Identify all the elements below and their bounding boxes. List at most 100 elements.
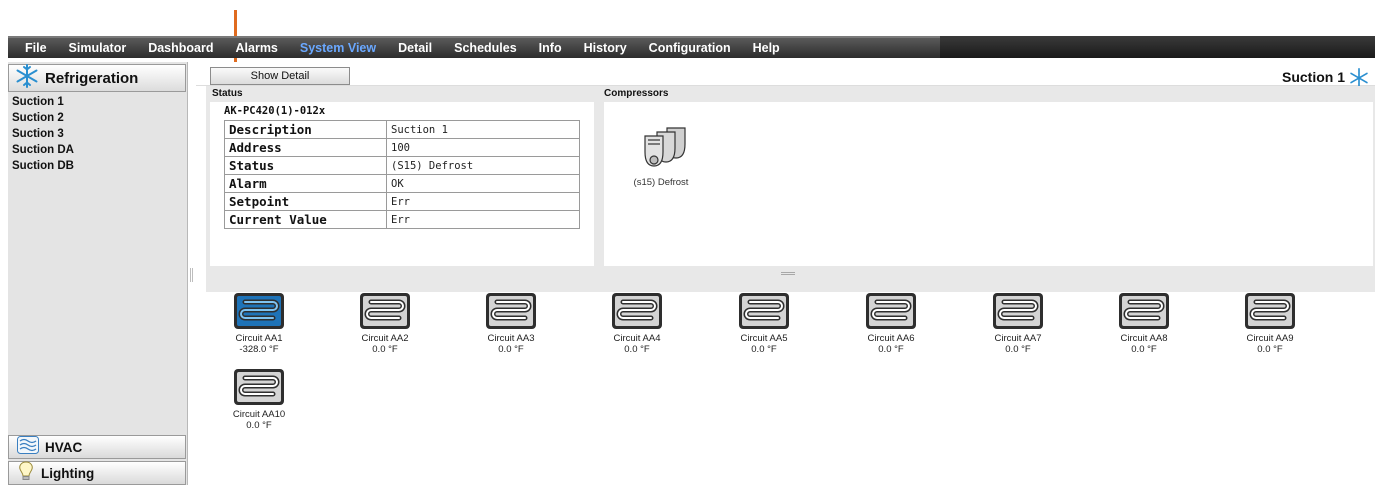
circuit-temperature: 0.0 °F bbox=[751, 344, 777, 355]
circuit-temperature: 0.0 °F bbox=[1005, 344, 1031, 355]
circuit-temperature: 0.0 °F bbox=[624, 344, 650, 355]
status-key: Alarm bbox=[224, 174, 387, 193]
status-value: Suction 1 bbox=[386, 120, 580, 139]
main-content: Show Detail Suction 1 Status Compressors… bbox=[196, 62, 1375, 485]
circuit-name: Circuit AA9 bbox=[1246, 333, 1294, 344]
menu-detail[interactable]: Detail bbox=[387, 41, 443, 55]
status-key: Status bbox=[224, 156, 387, 175]
sidebar-header-refrigeration[interactable]: Refrigeration bbox=[8, 63, 186, 93]
menu-schedules[interactable]: Schedules bbox=[443, 41, 528, 55]
circuit-tile[interactable]: Circuit AA6 0.0 °F bbox=[836, 292, 946, 355]
status-key: Address bbox=[224, 138, 387, 157]
menu-simulator[interactable]: Simulator bbox=[58, 41, 138, 55]
panel-resize-handle[interactable] bbox=[781, 272, 795, 275]
menu-history[interactable]: History bbox=[573, 41, 638, 55]
show-detail-button[interactable]: Show Detail bbox=[210, 67, 350, 85]
circuit-name: Circuit AA3 bbox=[487, 333, 535, 344]
app-window: File Simulator Dashboard Alarms System V… bbox=[0, 0, 1375, 485]
table-row: Status (S15) Defrost bbox=[224, 156, 580, 175]
status-panel: AK-PC420(1)-012x Description Suction 1 A… bbox=[210, 102, 594, 266]
page-title: Suction 1 bbox=[1281, 69, 1345, 85]
status-value: (S15) Defrost bbox=[386, 156, 580, 175]
air-waves-icon bbox=[17, 435, 39, 459]
circuit-name: Circuit AA6 bbox=[867, 333, 915, 344]
table-row: Current Value Err bbox=[224, 210, 580, 229]
sidebar-section-label: HVAC bbox=[45, 439, 83, 455]
circuit-tile[interactable]: Circuit AA4 0.0 °F bbox=[582, 292, 692, 355]
snowflake-icon bbox=[15, 63, 39, 93]
menu-info[interactable]: Info bbox=[528, 41, 573, 55]
compressor-group[interactable]: (s15) Defrost bbox=[616, 126, 706, 188]
sidebar-section-hvac[interactable]: HVAC bbox=[8, 435, 186, 459]
menu-configuration[interactable]: Configuration bbox=[638, 41, 742, 55]
circuit-temperature: 0.0 °F bbox=[1257, 344, 1283, 355]
sidebar-item-suction-1[interactable]: Suction 1 bbox=[8, 94, 186, 110]
circuit-tile[interactable]: Circuit AA10 0.0 °F bbox=[204, 368, 314, 431]
circuit-name: Circuit AA4 bbox=[613, 333, 661, 344]
circuit-name: Circuit AA10 bbox=[232, 409, 286, 420]
circuit-tile[interactable]: Circuit AA9 0.0 °F bbox=[1215, 292, 1325, 355]
status-key: Description bbox=[224, 120, 387, 139]
circuit-tile[interactable]: Circuit AA3 0.0 °F bbox=[456, 292, 566, 355]
table-row: Address 100 bbox=[224, 138, 580, 157]
compressor-status: (s15) Defrost bbox=[633, 177, 689, 188]
status-panel-label: Status bbox=[212, 88, 243, 99]
sidebar-item-suction-3[interactable]: Suction 3 bbox=[8, 126, 186, 142]
table-row: Setpoint Err bbox=[224, 192, 580, 211]
circuit-tile[interactable]: Circuit AA2 0.0 °F bbox=[330, 292, 440, 355]
sidebar-item-suction-db[interactable]: Suction DB bbox=[8, 158, 186, 174]
sidebar-list: Suction 1 Suction 2 Suction 3 Suction DA… bbox=[8, 94, 186, 174]
device-name: AK-PC420(1)-012x bbox=[224, 105, 326, 117]
detail-panels: Status Compressors AK-PC420(1)-012x Desc… bbox=[206, 86, 1375, 292]
evaporator-coil-icon bbox=[233, 368, 285, 406]
status-value: 100 bbox=[386, 138, 580, 157]
circuits-grid: Circuit AA1 -328.0 °F Circuit AA2 0.0 °F… bbox=[196, 292, 1375, 485]
circuit-name: Circuit AA2 bbox=[361, 333, 409, 344]
circuit-temperature: -328.0 °F bbox=[239, 344, 279, 355]
menu-system-view[interactable]: System View bbox=[289, 41, 387, 55]
circuit-temperature: 0.0 °F bbox=[878, 344, 904, 355]
evaporator-coil-icon bbox=[359, 292, 411, 330]
circuit-temperature: 0.0 °F bbox=[372, 344, 398, 355]
sidebar: Refrigeration Suction 1 Suction 2 Suctio… bbox=[8, 62, 188, 485]
sidebar-section-lighting[interactable]: Lighting bbox=[8, 460, 186, 485]
status-table: Description Suction 1 Address 100 Status… bbox=[224, 120, 580, 229]
status-value: Err bbox=[386, 210, 580, 229]
sidebar-item-suction-2[interactable]: Suction 2 bbox=[8, 110, 186, 126]
evaporator-coil-icon bbox=[865, 292, 917, 330]
status-key: Setpoint bbox=[224, 192, 387, 211]
menu-help[interactable]: Help bbox=[742, 41, 791, 55]
sidebar-section-label: Lighting bbox=[41, 465, 95, 481]
circuit-name: Circuit AA5 bbox=[740, 333, 788, 344]
status-value: Err bbox=[386, 192, 580, 211]
compressors-panel-label: Compressors bbox=[604, 88, 669, 99]
menu-bar-fill bbox=[940, 36, 1375, 58]
circuit-temperature: 0.0 °F bbox=[1131, 344, 1157, 355]
circuit-temperature: 0.0 °F bbox=[246, 420, 272, 431]
evaporator-coil-icon bbox=[1118, 292, 1170, 330]
content-toolbar: Show Detail Suction 1 bbox=[196, 64, 1375, 88]
circuit-tile[interactable]: Circuit AA7 0.0 °F bbox=[963, 292, 1073, 355]
sidebar-item-suction-da[interactable]: Suction DA bbox=[8, 142, 186, 158]
compressor-icon bbox=[631, 127, 691, 174]
circuit-name: Circuit AA8 bbox=[1120, 333, 1168, 344]
evaporator-coil-icon bbox=[992, 292, 1044, 330]
evaporator-coil-icon bbox=[738, 292, 790, 330]
circuit-tile[interactable]: Circuit AA8 0.0 °F bbox=[1089, 292, 1199, 355]
status-key: Current Value bbox=[224, 210, 387, 229]
compressors-panel: (s15) Defrost bbox=[604, 102, 1373, 266]
lightbulb-icon bbox=[17, 460, 35, 485]
table-row: Description Suction 1 bbox=[224, 120, 580, 139]
splitter-handle[interactable] bbox=[190, 268, 193, 282]
circuit-tile[interactable]: Circuit AA5 0.0 °F bbox=[709, 292, 819, 355]
evaporator-coil-icon bbox=[485, 292, 537, 330]
circuit-temperature: 0.0 °F bbox=[498, 344, 524, 355]
circuit-name: Circuit AA7 bbox=[994, 333, 1042, 344]
evaporator-coil-icon bbox=[233, 292, 285, 330]
menu-alarms[interactable]: Alarms bbox=[225, 41, 289, 55]
evaporator-coil-icon bbox=[611, 292, 663, 330]
menu-file[interactable]: File bbox=[14, 41, 58, 55]
sidebar-header-label: Refrigeration bbox=[45, 69, 139, 87]
menu-dashboard[interactable]: Dashboard bbox=[137, 41, 224, 55]
circuit-tile[interactable]: Circuit AA1 -328.0 °F bbox=[204, 292, 314, 355]
